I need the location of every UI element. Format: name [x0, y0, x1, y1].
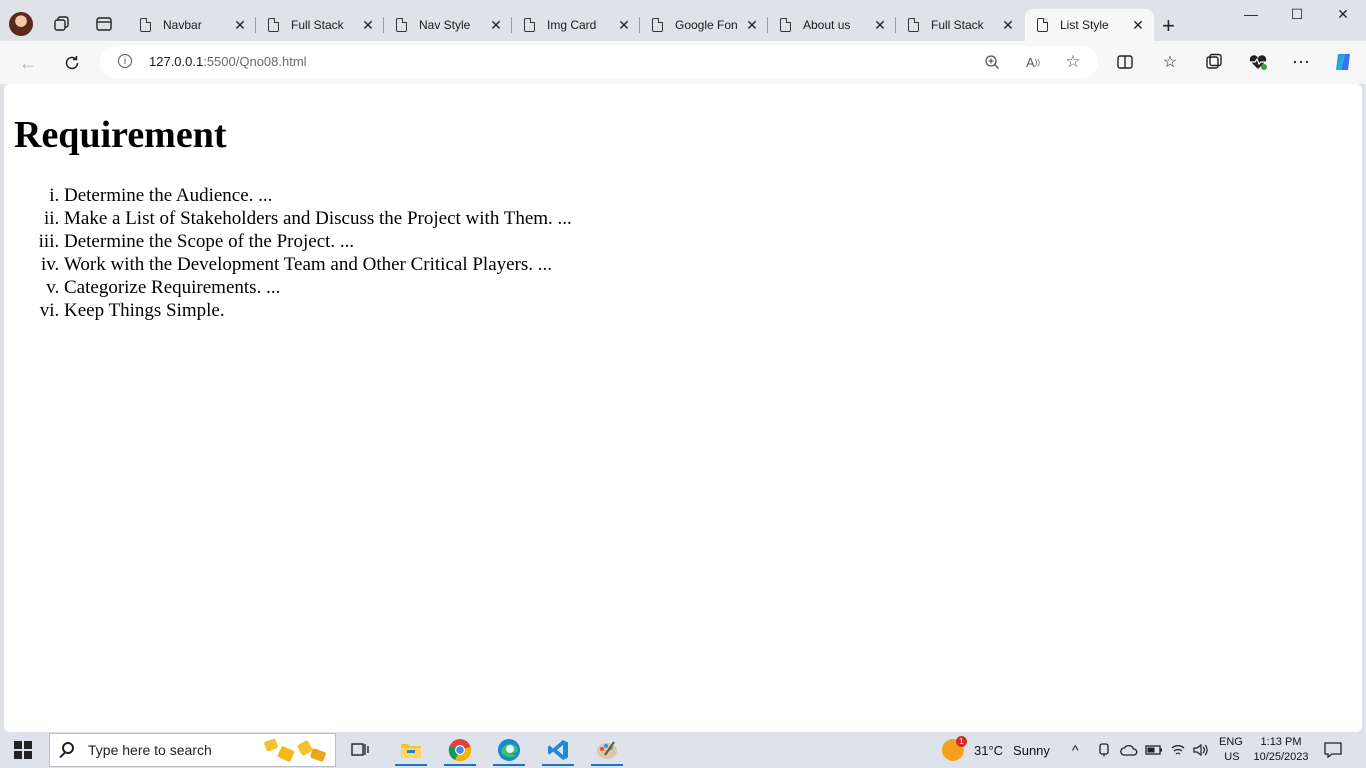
minimize-icon[interactable]: — — [1228, 6, 1274, 28]
clock-date: 10/25/2023 — [1253, 751, 1309, 763]
lang-region: US — [1224, 751, 1240, 763]
page-icon — [396, 18, 407, 32]
page-icon — [140, 18, 151, 32]
tab-nav-style[interactable]: Nav Style ✕ — [384, 9, 512, 41]
page-icon — [780, 18, 791, 32]
close-icon[interactable]: ✕ — [360, 17, 376, 34]
tab-list-style[interactable]: List Style ✕ — [1025, 9, 1154, 41]
search-icon — [62, 742, 74, 754]
favorite-star-icon[interactable]: ☆ — [1063, 52, 1083, 72]
tab-title: List Style — [1060, 18, 1109, 32]
weather-badge: 1 — [956, 736, 967, 747]
list-item: Determine the Scope of the Project. ... — [64, 230, 572, 253]
requirements-list: Determine the Audience. ... Make a List … — [4, 184, 572, 322]
weather-text: Sunny — [1013, 742, 1050, 758]
refresh-icon[interactable] — [60, 51, 84, 75]
tab-title: Full Stack — [291, 18, 344, 32]
window-close-icon[interactable]: ✕ — [1320, 6, 1366, 28]
maximize-icon[interactable]: ☐ — [1274, 6, 1320, 28]
close-icon[interactable]: ✕ — [488, 17, 504, 34]
page-icon — [524, 18, 535, 32]
url-text[interactable]: 127.0.0.1:5500/Qno08.html — [149, 54, 307, 69]
read-aloud-icon[interactable]: A)) — [1023, 52, 1043, 72]
file-explorer-icon[interactable] — [391, 734, 431, 766]
close-icon[interactable]: ✕ — [232, 17, 248, 34]
tab-title: Img Card — [547, 18, 597, 32]
clock[interactable]: 1:13 PM 10/25/2023 — [1252, 732, 1310, 768]
tab-google-fonts[interactable]: Google Fon ✕ — [640, 9, 768, 41]
task-view-icon[interactable] — [340, 734, 380, 766]
paint-icon[interactable] — [587, 734, 627, 766]
tab-title: About us — [803, 18, 851, 32]
search-placeholder: Type here to search — [88, 742, 212, 758]
meet-now-icon[interactable] — [1097, 732, 1111, 768]
taskbar: Type here to search 1 31°C Sunny ^ ENG U… — [0, 732, 1366, 768]
input-language[interactable]: ENG US — [1219, 732, 1243, 768]
collections-icon[interactable] — [1203, 51, 1225, 73]
weather-widget[interactable]: 1 31°C Sunny — [942, 732, 1050, 768]
battery-icon[interactable] — [1145, 732, 1163, 768]
close-icon[interactable]: ✕ — [872, 17, 888, 34]
weather-sun-icon: 1 — [942, 736, 967, 761]
performance-icon[interactable] — [1247, 51, 1269, 73]
clock-time: 1:13 PM — [1260, 736, 1302, 748]
show-hidden-icons[interactable]: ^ — [1072, 732, 1079, 768]
page-viewport: Requirement Determine the Audience. ... … — [4, 84, 1362, 732]
more-options-icon[interactable]: ⋯ — [1290, 51, 1312, 73]
page-title: Requirement — [14, 114, 227, 156]
lang-primary: ENG — [1219, 736, 1243, 748]
browser-toolbar: ← i 127.0.0.1:5500/Qno08.html A)) ☆ ☆ ⋯ — [0, 41, 1366, 84]
tab-title: Google Fon — [675, 18, 738, 32]
page-icon — [908, 18, 919, 32]
tab-full-stack-2[interactable]: Full Stack ✕ — [896, 9, 1024, 41]
split-screen-icon[interactable] — [1114, 51, 1136, 73]
page-icon — [1037, 18, 1048, 32]
tab-about-us[interactable]: About us ✕ — [768, 9, 896, 41]
favorites-icon[interactable]: ☆ — [1159, 51, 1181, 73]
onedrive-icon[interactable] — [1120, 732, 1138, 768]
list-item: Make a List of Stakeholders and Discuss … — [64, 207, 572, 230]
tab-title: Navbar — [163, 18, 202, 32]
list-item: Determine the Audience. ... — [64, 184, 572, 207]
tab-title: Full Stack — [931, 18, 984, 32]
close-icon[interactable]: ✕ — [1130, 17, 1146, 34]
edge-icon[interactable] — [489, 734, 529, 766]
back-icon[interactable]: ← — [16, 51, 40, 75]
search-highlight-icon — [264, 738, 326, 762]
volume-icon[interactable] — [1192, 732, 1210, 768]
taskbar-search[interactable]: Type here to search — [49, 733, 336, 767]
close-icon[interactable]: ✕ — [744, 17, 760, 34]
weather-temp: 31°C — [974, 742, 1004, 758]
tab-title: Nav Style — [419, 18, 471, 32]
list-item: Keep Things Simple. — [64, 299, 572, 322]
page-icon — [652, 18, 663, 32]
zoom-icon[interactable] — [982, 52, 1002, 72]
address-bar[interactable]: i 127.0.0.1:5500/Qno08.html A)) ☆ — [100, 46, 1098, 78]
close-icon[interactable]: ✕ — [616, 17, 632, 34]
site-info-icon[interactable]: i — [118, 54, 132, 68]
list-item: Categorize Requirements. ... — [64, 276, 572, 299]
tab-full-stack[interactable]: Full Stack ✕ — [256, 9, 384, 41]
close-icon[interactable]: ✕ — [1000, 17, 1016, 34]
notifications-icon[interactable] — [1324, 732, 1342, 768]
copilot-icon[interactable] — [1332, 51, 1354, 73]
tab-actions-icon[interactable] — [94, 14, 114, 34]
tab-navbar[interactable]: Navbar ✕ — [128, 9, 256, 41]
workspaces-icon[interactable] — [52, 14, 72, 34]
wifi-icon[interactable] — [1170, 732, 1186, 768]
new-tab-icon[interactable]: + — [1162, 13, 1175, 39]
profile-avatar[interactable] — [9, 12, 33, 36]
page-icon — [268, 18, 279, 32]
tab-img-card[interactable]: Img Card ✕ — [512, 9, 640, 41]
vscode-icon[interactable] — [538, 734, 578, 766]
chrome-icon[interactable] — [440, 734, 480, 766]
windows-start-icon[interactable] — [14, 741, 32, 759]
list-item: Work with the Development Team and Other… — [64, 253, 572, 276]
tab-strip: Navbar ✕ Full Stack ✕ Nav Style ✕ Img Ca… — [0, 0, 1366, 41]
